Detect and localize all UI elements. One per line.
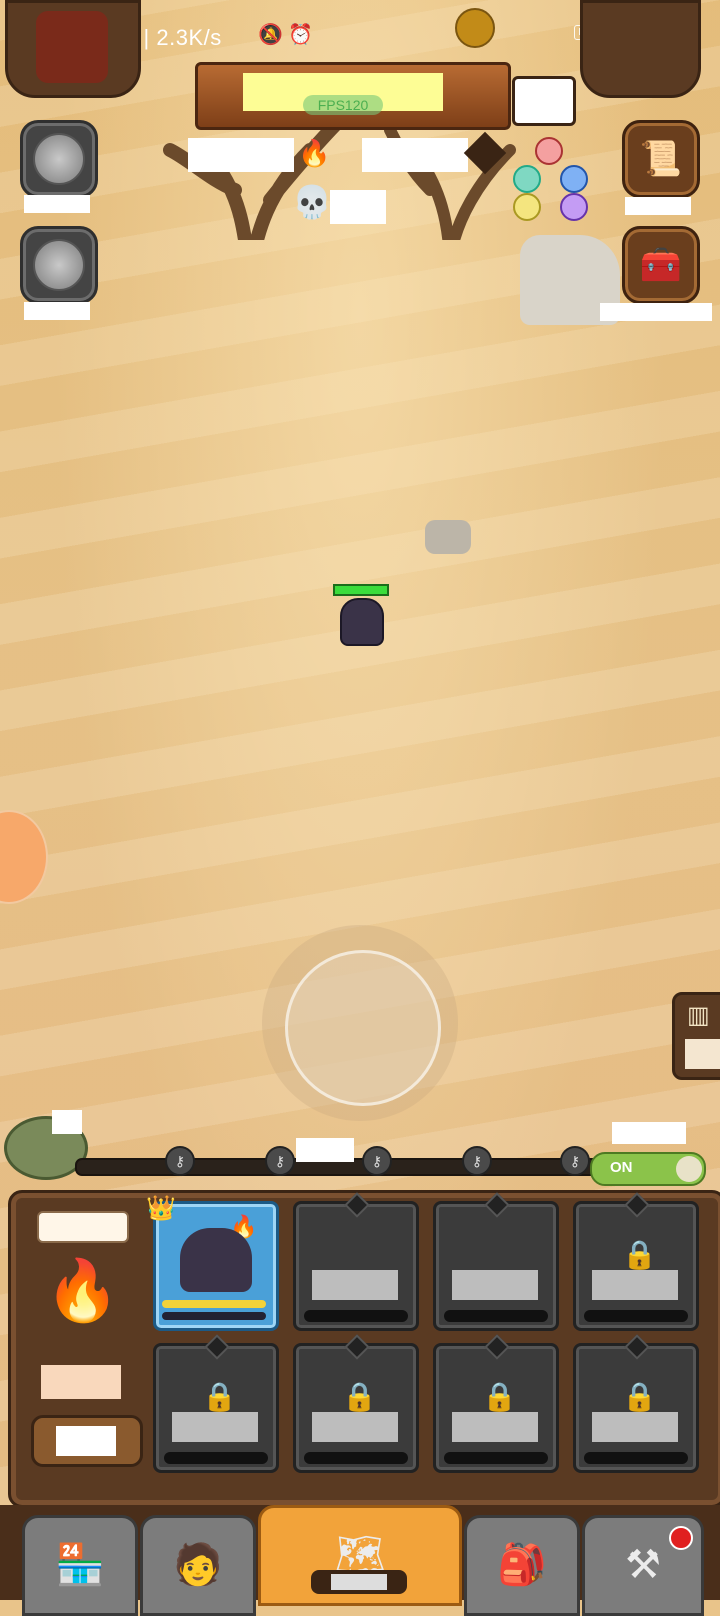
key-icon: ⚷ <box>265 1146 295 1176</box>
level-label-mask <box>37 1211 129 1243</box>
currency-frame <box>580 0 701 98</box>
crown-medal-icon <box>33 239 85 291</box>
notification-badge <box>669 1526 693 1550</box>
skill-slot[interactable] <box>433 1192 559 1331</box>
avatar[interactable] <box>36 11 108 83</box>
locked-skill-slot[interactable]: 🔒 <box>573 1334 699 1473</box>
flame-emblem-icon: 🔥 <box>45 1257 120 1324</box>
auto-toggle[interactable]: ON <box>590 1152 706 1186</box>
stage-banner: FPS120 <box>195 62 511 130</box>
joystick-thumb[interactable] <box>285 950 441 1106</box>
nav-inventory-button[interactable]: 🎒 <box>464 1515 580 1616</box>
nav-map-button[interactable]: 🗺 <box>258 1505 462 1606</box>
locked-skill-slot[interactable]: 🔒 <box>153 1334 279 1473</box>
stats-label-mask <box>685 1039 720 1069</box>
treasure-chest-icon: 🧰 <box>639 246 683 284</box>
timer-mask <box>188 138 294 172</box>
locked-skill-slot[interactable]: 🔒 <box>573 1192 699 1331</box>
clover-medal-icon <box>33 133 85 185</box>
bottom-nav: 🏪 🧑 🗺 🎒 ⚒ <box>0 1505 720 1616</box>
key-icon: ⚷ <box>362 1146 392 1176</box>
hero-exp-bar <box>162 1300 266 1308</box>
pause-button[interactable] <box>512 76 576 126</box>
water-element-icon <box>560 165 588 193</box>
nav-forge-button[interactable]: ⚒ <box>582 1515 704 1616</box>
wave-label-mask <box>296 1138 354 1162</box>
lock-icon: 🔒 <box>342 1381 377 1412</box>
skill-panel: 🔥 👑 🔥 🔒 🔒 🔒 🔒 🔒 <box>8 1190 720 1508</box>
auto-label-mask <box>612 1122 686 1144</box>
fps-label: FPS120 <box>303 95 383 115</box>
lock-icon: 🔒 <box>482 1381 517 1412</box>
alarm-icon: ⏰ <box>288 24 313 46</box>
nav-hero-button[interactable]: 🧑 <box>140 1515 256 1616</box>
nav-map-label-frame <box>311 1570 407 1594</box>
chest-count-mask <box>52 1110 82 1134</box>
inventory-icon: 🎒 <box>497 1543 547 1587</box>
upgrade-label-mask <box>56 1426 116 1456</box>
nav-map-label-mask <box>331 1574 387 1590</box>
player-hp-bar <box>333 584 389 596</box>
nav-shop-button[interactable]: 🏪 <box>22 1515 138 1616</box>
clover-label-mask <box>24 195 90 213</box>
lock-icon: 🔒 <box>202 1381 237 1412</box>
stats-button[interactable]: ▥ <box>672 992 720 1080</box>
hero-mana-bar <box>162 1312 266 1320</box>
hero-icon: 🧑 <box>173 1543 223 1587</box>
crown-medal-button[interactable] <box>20 226 98 304</box>
shop-icon: 🏪 <box>55 1543 105 1587</box>
auto-toggle-label: ON <box>610 1159 633 1176</box>
scroll-button[interactable]: 📜 <box>622 120 700 198</box>
crown-icon: 👑 <box>146 1195 176 1222</box>
key-icon: ⚷ <box>560 1146 590 1176</box>
upgrade-button[interactable] <box>31 1415 143 1467</box>
scroll-icon: 📜 <box>639 140 683 178</box>
player-character <box>340 598 384 646</box>
clover-medal-button[interactable] <box>20 120 98 198</box>
bar-chart-icon: ▥ <box>687 1002 710 1029</box>
kill-count-mask <box>330 190 386 224</box>
crown-label-mask <box>24 302 90 320</box>
moon-element-icon <box>560 193 588 221</box>
skull-icon: 💀 <box>292 184 332 220</box>
chest-label-mask <box>600 303 712 321</box>
toggle-knob <box>676 1156 702 1182</box>
lock-icon: 🔒 <box>622 1381 657 1412</box>
score-mask <box>362 138 468 172</box>
hero-slot-wizard[interactable]: 👑 🔥 <box>146 1195 279 1331</box>
treasure-chest-button[interactable]: 🧰 <box>622 226 700 304</box>
small-rock <box>425 520 471 554</box>
key-icon: ⚷ <box>165 1146 195 1176</box>
locked-skill-slot[interactable]: 🔒 <box>293 1334 419 1473</box>
locked-skill-slot[interactable]: 🔒 <box>433 1334 559 1473</box>
flame-value-mask <box>41 1365 121 1399</box>
sun-element-icon <box>513 193 541 221</box>
coin-icon <box>455 8 495 48</box>
fire-element-icon <box>535 137 563 165</box>
player-avatar-frame[interactable] <box>5 0 141 98</box>
bell-off-icon: 🔕 <box>258 24 283 46</box>
wizard-portrait <box>180 1228 252 1292</box>
skill-slot[interactable] <box>293 1192 419 1331</box>
lock-icon: 🔒 <box>622 1239 657 1270</box>
fire-icon: 🔥 <box>298 138 331 168</box>
scroll-label-mask <box>625 197 691 215</box>
key-icon: ⚷ <box>462 1146 492 1176</box>
wind-element-icon <box>513 165 541 193</box>
